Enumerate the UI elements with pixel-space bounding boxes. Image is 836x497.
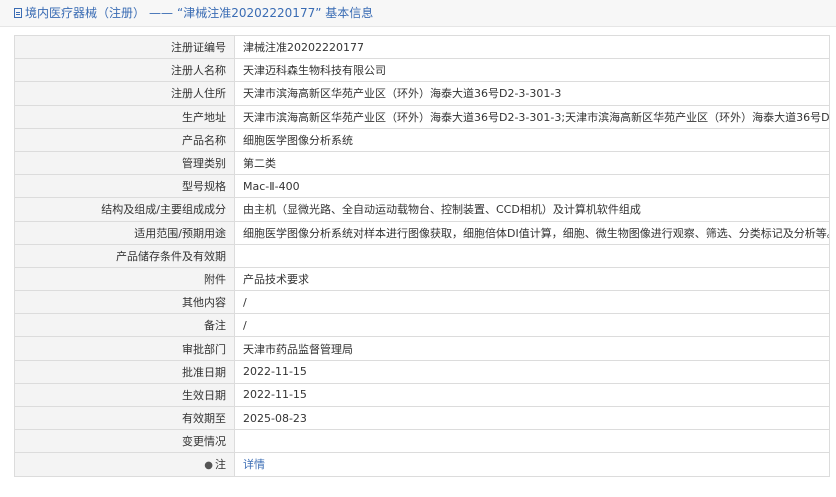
page-header: 境内医疗器械（注册） —— “津械注准20202220177” 基本信息	[0, 0, 836, 27]
row-value: 2022-11-15	[234, 359, 830, 384]
row-value	[234, 429, 830, 454]
table-row: 注册证编号 津械注准20202220177	[14, 34, 830, 60]
row-value: 天津迈科森生物科技有限公司	[234, 58, 830, 83]
row-value: 2025-08-23	[234, 405, 830, 431]
row-label: 备注	[14, 313, 235, 338]
row-label: 生效日期	[14, 382, 235, 408]
info-table: 注册证编号 津械注准20202220177 注册人名称 天津迈科森生物科技有限公…	[14, 34, 830, 477]
table-row: 注册人名称 天津迈科森生物科技有限公司	[14, 58, 830, 83]
table-row: 型号规格 Mac-Ⅱ-400	[14, 174, 830, 199]
row-value: 天津市药品监督管理局	[234, 336, 830, 361]
row-value: 第二类	[234, 150, 830, 176]
row-value: 天津市滨海高新区华苑产业区（环外）海泰大道36号D2-3-301-3;天津市滨海…	[234, 104, 830, 129]
row-value: /	[234, 290, 830, 315]
row-label: 审批部门	[14, 336, 235, 361]
row-label: 注册证编号	[14, 34, 235, 60]
row-label: 生产地址	[14, 104, 235, 129]
row-value: /	[234, 313, 830, 338]
row-value: 津械注准20202220177	[234, 34, 830, 60]
row-label: 注册人名称	[14, 58, 235, 83]
table-row: 产品储存条件及有效期	[14, 243, 830, 268]
row-label: 结构及组成/主要组成成分	[14, 197, 235, 222]
row-value: 天津市滨海高新区华苑产业区（环外）海泰大道36号D2-3-301-3	[234, 81, 830, 106]
table-row: 产品名称 细胞医学图像分析系统	[14, 127, 830, 152]
table-row: 附件 产品技术要求	[14, 266, 830, 292]
row-label: 附件	[14, 266, 235, 292]
table-row: 注册人住所 天津市滨海高新区华苑产业区（环外）海泰大道36号D2-3-301-3	[14, 81, 830, 106]
table-row: 其他内容 /	[14, 290, 830, 315]
table-row: 有效期至 2025-08-23	[14, 405, 830, 431]
row-label: 产品储存条件及有效期	[14, 243, 235, 268]
table-row: 生效日期 2022-11-15	[14, 382, 830, 408]
row-label: 其他内容	[14, 290, 235, 315]
row-label: 有效期至	[14, 405, 235, 431]
row-value: 由主机（显微光路、全自动运动载物台、控制装置、CCD相机）及计算机软件组成	[234, 197, 830, 222]
note-value-cell: 详情	[234, 452, 830, 477]
row-label: 批准日期	[14, 359, 235, 384]
row-value: Mac-Ⅱ-400	[234, 174, 830, 199]
table-row: 变更情况	[14, 429, 830, 454]
table-row: 备注 /	[14, 313, 830, 338]
document-icon	[14, 8, 22, 18]
row-label: 变更情况	[14, 429, 235, 454]
row-value: 产品技术要求	[234, 266, 830, 292]
note-icon: ●	[204, 460, 213, 472]
page-title: “津械注准20202220177” 基本信息	[177, 6, 374, 20]
row-value	[234, 243, 830, 268]
row-value: 细胞医学图像分析系统	[234, 127, 830, 152]
note-label-cell: ● 注	[14, 452, 235, 477]
row-label: 注册人住所	[14, 81, 235, 106]
table-row: 审批部门 天津市药品监督管理局	[14, 336, 830, 361]
table-row: 批准日期 2022-11-15	[14, 359, 830, 384]
table-row: 管理类别 第二类	[14, 150, 830, 176]
details-link[interactable]: 详情	[243, 458, 265, 471]
table-row: 生产地址 天津市滨海高新区华苑产业区（环外）海泰大道36号D2-3-301-3;…	[14, 104, 830, 129]
row-label: 型号规格	[14, 174, 235, 199]
breadcrumb-link[interactable]: 境内医疗器械（注册）	[25, 6, 145, 20]
row-value: 细胞医学图像分析系统对样本进行图像获取，细胞倍体DI值计算，细胞、微生物图像进行…	[234, 220, 830, 245]
row-value: 2022-11-15	[234, 382, 830, 408]
row-label: 适用范围/预期用途	[14, 220, 235, 245]
title-separator: ——	[149, 6, 174, 20]
table-row: ● 注 详情	[14, 452, 830, 477]
row-label: 产品名称	[14, 127, 235, 152]
table-row: 适用范围/预期用途 细胞医学图像分析系统对样本进行图像获取，细胞倍体DI值计算，…	[14, 220, 830, 245]
table-row: 结构及组成/主要组成成分 由主机（显微光路、全自动运动载物台、控制装置、CCD相…	[14, 197, 830, 222]
note-label: 注	[215, 458, 226, 472]
row-label: 管理类别	[14, 150, 235, 176]
